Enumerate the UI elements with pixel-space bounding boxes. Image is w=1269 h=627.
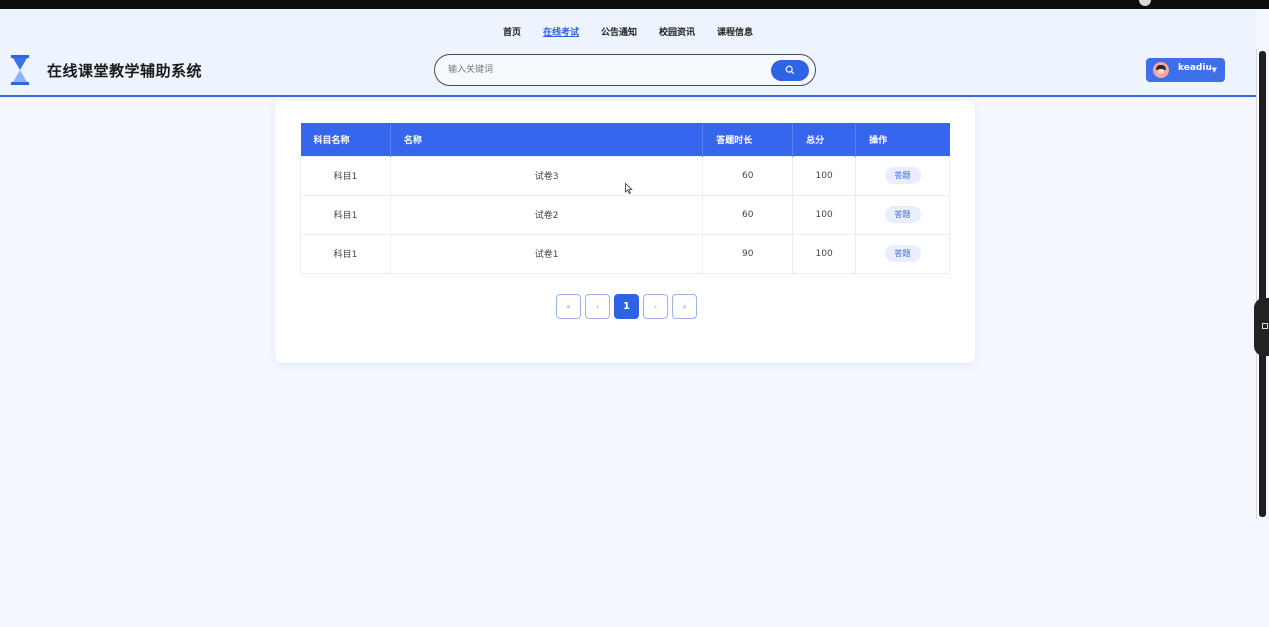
app-title: 在线课堂教学辅助系统 [47,62,203,80]
answer-button[interactable]: 答题 [884,167,921,184]
answer-button[interactable]: 答题 [884,245,921,262]
table-row: 科目1 试卷1 90 100 答题 [300,233,950,274]
search-bar [434,54,816,86]
cell-duration: 90 [702,233,794,274]
cell-name: 试卷2 [389,194,704,235]
cell-duration: 60 [702,194,794,235]
table-header-row: 科目名称 名称 答题时长 总分 操作 [300,123,950,156]
cell-subject: 科目1 [300,194,391,235]
cell-duration: 60 [702,155,794,196]
scrollbar-thumb[interactable] [1259,51,1266,517]
header-score: 总分 [792,123,857,156]
search-input[interactable] [448,62,748,78]
nav-campus-news[interactable]: 校园资讯 [659,25,695,38]
side-toolbar-tab[interactable] [1254,298,1269,356]
profile-icon [1139,0,1151,6]
user-menu-button[interactable]: keadiu ▼ [1146,58,1225,82]
expand-icon [1262,323,1268,329]
cell-score: 100 [792,155,857,196]
nav-home[interactable]: 首页 [503,25,521,38]
nav-course-info[interactable]: 课程信息 [717,25,753,38]
exam-list-card: 科目名称 名称 答题时长 总分 操作 科目1 试卷3 60 100 答题 科目1… [275,101,975,363]
exam-table: 科目名称 名称 答题时长 总分 操作 科目1 试卷3 60 100 答题 科目1… [300,123,950,274]
header-name: 名称 [390,123,704,156]
cell-action: 答题 [855,233,950,274]
table-row: 科目1 试卷2 60 100 答题 [300,194,950,235]
username: keadiu [1178,63,1212,73]
page-scrollbar[interactable] [1256,49,1269,519]
header-subject: 科目名称 [300,123,391,156]
pagination: « ‹ 1 › » [556,294,701,320]
answer-button[interactable]: 答题 [884,206,921,223]
next-page-button[interactable]: › [643,294,668,319]
cell-action: 答题 [855,194,950,235]
hourglass-logo-icon [11,55,29,85]
cell-subject: 科目1 [300,155,391,196]
nav-online-exam[interactable]: 在线考试 [543,25,579,38]
site-header: 首页 在线考试 公告通知 校园资讯 课程信息 在线课堂教学辅助系统 keadiu… [0,9,1256,97]
header-action: 操作 [869,135,888,146]
cell-score: 100 [792,194,857,235]
cell-score: 100 [792,233,857,274]
mouse-cursor-icon [625,183,633,194]
prev-page-button[interactable]: ‹ [585,294,610,319]
first-page-button[interactable]: « [556,294,581,319]
header-duration: 答题时长 [702,123,794,156]
cell-name: 试卷1 [389,233,704,274]
cell-subject: 科目1 [300,233,391,274]
browser-top-strip [0,0,1269,9]
chevron-down-icon: ▼ [1211,66,1217,74]
nav-notices[interactable]: 公告通知 [601,25,637,38]
cell-action: 答题 [855,155,950,196]
search-button[interactable] [771,60,809,81]
top-nav: 首页 在线考试 公告通知 校园资讯 课程信息 [0,25,1256,38]
search-icon [785,65,795,75]
last-page-button[interactable]: » [672,294,697,319]
page-button-current[interactable]: 1 [614,294,639,319]
avatar [1153,62,1169,78]
cell-name: 试卷3 [389,155,704,196]
